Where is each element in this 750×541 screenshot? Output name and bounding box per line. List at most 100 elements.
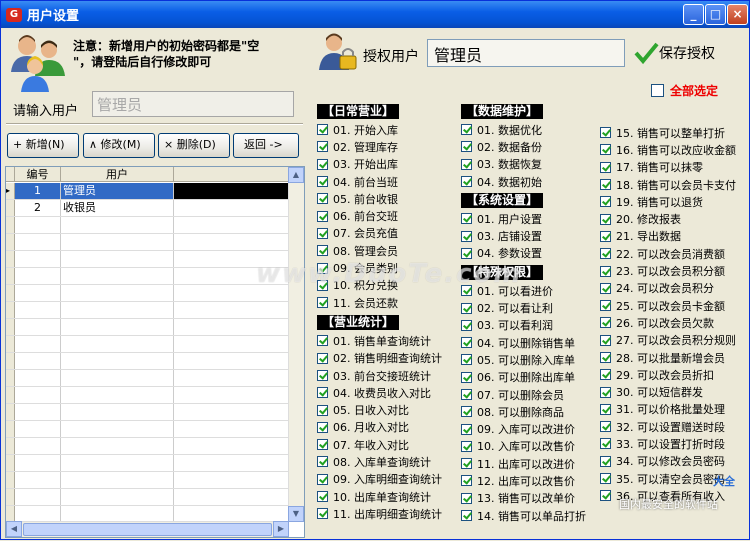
checked-checkbox-icon[interactable] [461, 354, 472, 366]
checked-checkbox-icon[interactable] [317, 352, 328, 364]
permission-item[interactable]: 04. 数据初始 [461, 173, 601, 190]
checked-checkbox-icon[interactable] [600, 403, 611, 415]
permission-item[interactable]: 02. 销售明细查询统计 [317, 350, 457, 367]
permission-item[interactable]: 11. 会员还款 [317, 294, 457, 311]
delete-button[interactable]: × 删除(D) [158, 133, 230, 158]
permission-item[interactable]: 04. 前台当班 [317, 173, 457, 190]
table-row[interactable] [6, 421, 289, 438]
checked-checkbox-icon[interactable] [600, 161, 611, 173]
permission-item[interactable]: 15. 销售可以整单打折 [600, 124, 750, 141]
permission-item[interactable]: 01. 用户设置 [461, 210, 601, 227]
permission-item[interactable]: 08. 管理会员 [317, 242, 457, 259]
permission-item[interactable]: 07. 可以删除会员 [461, 386, 601, 403]
permission-item[interactable]: 19. 销售可以退货 [600, 193, 750, 210]
checked-checkbox-icon[interactable] [461, 475, 472, 487]
checked-checkbox-icon[interactable] [461, 247, 472, 259]
checked-checkbox-icon[interactable] [600, 473, 611, 485]
permission-item[interactable]: 17. 销售可以抹零 [600, 159, 750, 176]
permission-item[interactable]: 25. 可以改会员卡金额 [600, 297, 750, 314]
checked-checkbox-icon[interactable] [317, 210, 328, 222]
permission-item[interactable]: 27. 可以改会员积分规则 [600, 332, 750, 349]
permission-item[interactable]: 02. 数据备份 [461, 138, 601, 155]
checked-checkbox-icon[interactable] [317, 370, 328, 381]
permission-item[interactable]: 03. 前台交接班统计 [317, 367, 457, 384]
scroll-up-icon[interactable]: ▲ [288, 167, 304, 183]
permission-item[interactable]: 13. 销售可以改单价 [461, 490, 601, 507]
table-row[interactable] [6, 234, 289, 251]
checked-checkbox-icon[interactable] [317, 387, 328, 399]
scroll-down-icon[interactable]: ▼ [288, 506, 304, 522]
edit-button[interactable]: ∧ 修改(M) [83, 133, 155, 158]
checked-checkbox-icon[interactable] [600, 300, 611, 312]
select-all-checkbox[interactable] [651, 84, 664, 97]
scroll-thumb[interactable] [23, 523, 272, 536]
checked-checkbox-icon[interactable] [461, 423, 472, 435]
checked-checkbox-icon[interactable] [600, 230, 611, 242]
permission-item[interactable]: 34. 可以修改会员密码 [600, 453, 750, 470]
checked-checkbox-icon[interactable] [461, 492, 472, 504]
permission-item[interactable]: 06. 可以删除出库单 [461, 369, 601, 386]
table-row[interactable] [6, 370, 289, 387]
checked-checkbox-icon[interactable] [600, 317, 611, 329]
permission-item[interactable]: 04. 收费员收入对比 [317, 384, 457, 401]
permission-item[interactable]: 06. 前台交班 [317, 207, 457, 224]
checked-checkbox-icon[interactable] [461, 440, 472, 452]
checked-checkbox-icon[interactable] [461, 371, 472, 383]
permission-item[interactable]: 01. 开始入库 [317, 121, 457, 138]
checked-checkbox-icon[interactable] [317, 176, 328, 188]
checked-checkbox-icon[interactable] [461, 337, 472, 349]
checked-checkbox-icon[interactable] [317, 404, 328, 416]
checked-checkbox-icon[interactable] [317, 124, 328, 136]
checked-checkbox-icon[interactable] [461, 176, 472, 188]
permission-item[interactable]: 31. 可以价格批量处理 [600, 401, 750, 418]
permission-item[interactable]: 21. 导出数据 [600, 228, 750, 245]
permission-item[interactable]: 05. 可以删除入库单 [461, 351, 601, 368]
permission-item[interactable]: 03. 店铺设置 [461, 227, 601, 244]
permission-item[interactable]: 09. 入库明细查询统计 [317, 471, 457, 488]
checked-checkbox-icon[interactable] [600, 265, 611, 277]
checked-checkbox-icon[interactable] [600, 127, 611, 139]
checked-checkbox-icon[interactable] [461, 389, 472, 400]
minimize-button[interactable]: _ [683, 4, 704, 25]
checked-checkbox-icon[interactable] [461, 510, 472, 522]
checked-checkbox-icon[interactable] [317, 335, 328, 347]
table-row[interactable] [6, 438, 289, 455]
permission-item[interactable]: 03. 数据恢复 [461, 156, 601, 173]
checked-checkbox-icon[interactable] [317, 456, 328, 468]
table-row[interactable] [6, 455, 289, 472]
table-row[interactable] [6, 268, 289, 285]
checked-checkbox-icon[interactable] [600, 196, 611, 208]
checked-checkbox-icon[interactable] [461, 319, 472, 331]
permission-item[interactable]: 01. 数据优化 [461, 121, 601, 138]
checked-checkbox-icon[interactable] [600, 144, 611, 156]
checked-checkbox-icon[interactable] [461, 302, 472, 314]
table-row[interactable] [6, 336, 289, 353]
checked-checkbox-icon[interactable] [317, 141, 328, 153]
permission-item[interactable]: 33. 可以设置打折时段 [600, 435, 750, 452]
checked-checkbox-icon[interactable] [600, 334, 611, 346]
permission-item[interactable]: 10. 出库单查询统计 [317, 488, 457, 505]
add-button[interactable]: + 新增(N) [7, 133, 79, 158]
permission-item[interactable]: 05. 前台收银 [317, 190, 457, 207]
permission-item[interactable]: 22. 可以改会员消费额 [600, 245, 750, 262]
permission-item[interactable]: 14. 销售可以单品打折 [461, 507, 601, 524]
checked-checkbox-icon[interactable] [600, 386, 611, 398]
checked-checkbox-icon[interactable] [317, 439, 328, 451]
checked-checkbox-icon[interactable] [600, 421, 611, 433]
checked-checkbox-icon[interactable] [600, 369, 611, 381]
permission-item[interactable]: 12. 出库可以改售价 [461, 472, 601, 489]
user-grid[interactable]: 编号 用户 ▸ 1 管理员 2 收银员 ▲ ▼ ◀ ▶ [5, 166, 305, 538]
auth-user-field[interactable]: 管理员 [427, 39, 625, 67]
table-row[interactable] [6, 489, 289, 506]
permission-item[interactable]: 04. 可以删除销售单 [461, 334, 601, 351]
permission-item[interactable]: 32. 可以设置赠送时段 [600, 418, 750, 435]
checked-checkbox-icon[interactable] [600, 282, 611, 294]
checked-checkbox-icon[interactable] [317, 473, 328, 485]
checked-checkbox-icon[interactable] [461, 158, 472, 170]
permission-item[interactable]: 07. 年收入对比 [317, 436, 457, 453]
scroll-right-icon[interactable]: ▶ [273, 521, 289, 537]
checked-checkbox-icon[interactable] [600, 248, 611, 260]
checked-checkbox-icon[interactable] [600, 213, 611, 225]
permission-item[interactable]: 29. 可以改会员折扣 [600, 366, 750, 383]
permission-item[interactable]: 24. 可以改会员积分 [600, 280, 750, 297]
